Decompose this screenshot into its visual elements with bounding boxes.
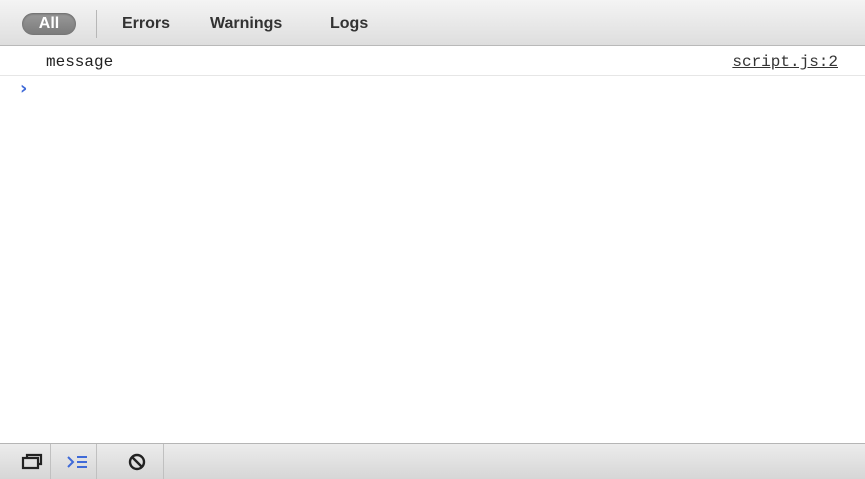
console-message-text: message bbox=[46, 53, 114, 71]
console-prompt[interactable]: › bbox=[0, 77, 865, 101]
filter-divider bbox=[96, 10, 97, 38]
prompt-chevron-icon: › bbox=[20, 78, 28, 99]
dock-toggle-icon bbox=[21, 453, 42, 470]
bottom-toolbar bbox=[0, 443, 865, 479]
clear-console-button[interactable] bbox=[110, 444, 164, 479]
console-output[interactable]: message script.js:2 › bbox=[0, 46, 865, 443]
filter-all-button[interactable]: All bbox=[22, 13, 76, 35]
filter-warnings-button[interactable]: Warnings bbox=[210, 13, 282, 35]
console-drawer-button[interactable] bbox=[59, 444, 97, 479]
console-message-row: message script.js:2 bbox=[0, 48, 865, 76]
console-filter-bar: All Errors Warnings Logs bbox=[0, 0, 865, 46]
filter-errors-button[interactable]: Errors bbox=[122, 13, 170, 35]
dock-toggle-button[interactable] bbox=[13, 444, 51, 479]
console-drawer-icon bbox=[66, 456, 87, 468]
clear-console-icon bbox=[128, 453, 145, 471]
filter-logs-button[interactable]: Logs bbox=[330, 13, 368, 35]
source-link[interactable]: script.js:2 bbox=[732, 53, 838, 71]
